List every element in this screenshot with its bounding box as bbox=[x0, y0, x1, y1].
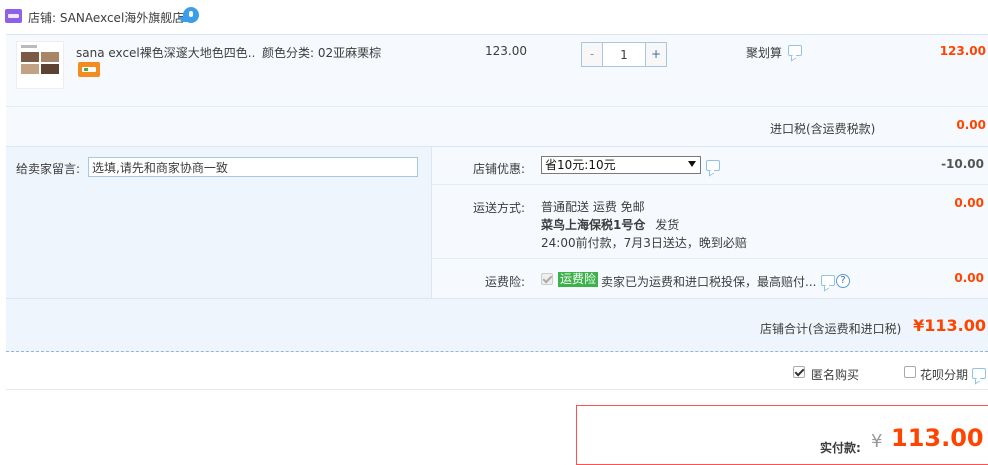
shipping-warehouse: 菜鸟上海保税1号仓 bbox=[541, 218, 646, 232]
insurance-value: 0.00 bbox=[954, 271, 984, 285]
payment-amount: 113.00 bbox=[891, 424, 984, 452]
quantity-stepper: - + bbox=[581, 42, 667, 67]
huabei-checkbox[interactable] bbox=[904, 366, 916, 378]
shipping-label: 运送方式: bbox=[472, 201, 525, 215]
insurance-label: 运费险: bbox=[484, 275, 525, 289]
message-input[interactable] bbox=[88, 157, 418, 177]
item-total: 123.00 bbox=[939, 44, 986, 58]
subtotal-label: 店铺合计(含运费和进口税) bbox=[760, 322, 902, 336]
anonymous-label[interactable]: 匿名购买 bbox=[811, 366, 859, 383]
unit-price: 123.00 bbox=[485, 44, 527, 58]
coupon-info-icon[interactable] bbox=[706, 160, 720, 171]
tax-label: 进口税(含运费税款) bbox=[770, 122, 876, 136]
quantity-increase-button[interactable]: + bbox=[645, 43, 666, 66]
divider bbox=[431, 258, 988, 259]
message-label: 给卖家留言: bbox=[16, 162, 81, 176]
coupon-value: -10.00 bbox=[941, 157, 984, 171]
item-title[interactable]: sana excel裸色深邃大地色四色... bbox=[76, 44, 254, 61]
shop-icon bbox=[5, 9, 22, 23]
promotion-info-icon[interactable] bbox=[788, 45, 802, 56]
insurance-text: 卖家已为运费和进口税投保，最高赔付... bbox=[601, 275, 817, 289]
shop-name-text[interactable]: SANAexcel海外旗舰店 bbox=[60, 11, 184, 25]
coupon-label: 店铺优惠: bbox=[472, 162, 525, 176]
shipping-value: 0.00 bbox=[954, 196, 984, 210]
sku-value: 02亚麻栗棕 bbox=[317, 46, 382, 60]
wangwang-chat-icon[interactable] bbox=[183, 7, 199, 23]
help-icon[interactable]: ? bbox=[836, 274, 850, 288]
credit-card-icon bbox=[78, 62, 100, 77]
insurance-tag: 运费险 bbox=[558, 272, 599, 287]
shop-label: 店铺: bbox=[28, 11, 57, 25]
payment-currency: ¥ bbox=[871, 431, 883, 452]
shipping-method: 普通配送 运费 免邮 bbox=[541, 200, 645, 214]
payment-label: 实付款: bbox=[820, 441, 861, 455]
dropdown-arrow-icon bbox=[688, 161, 696, 167]
shipping-eta: 24:00前付款，7月3日送达，晚到必赔 bbox=[541, 236, 747, 250]
shipping-ship-word: 发货 bbox=[655, 218, 680, 232]
huabei-info-icon[interactable] bbox=[972, 368, 986, 379]
subtotal-value: ¥113.00 bbox=[913, 316, 986, 335]
promotion-label: 聚划算 bbox=[746, 46, 783, 60]
shipping-warehouse-line: 菜鸟上海保税1号仓 发货 bbox=[541, 216, 679, 233]
anonymous-checkbox[interactable] bbox=[793, 366, 805, 378]
insurance-checkbox[interactable] bbox=[541, 273, 553, 285]
product-thumbnail[interactable] bbox=[16, 41, 64, 89]
sku-label: 颜色分类: bbox=[262, 46, 315, 60]
huabei-label[interactable]: 花呗分期 bbox=[920, 366, 968, 383]
coupon-select[interactable]: 省10元:10元 bbox=[541, 156, 701, 174]
coupon-selected-value: 省10元:10元 bbox=[545, 158, 616, 172]
divider bbox=[431, 184, 988, 185]
item-sku: 颜色分类: 02亚麻栗棕 bbox=[262, 44, 381, 61]
insurance-info-icon[interactable] bbox=[821, 275, 835, 286]
quantity-decrease-button[interactable]: - bbox=[582, 43, 603, 66]
quantity-input[interactable] bbox=[603, 43, 645, 66]
tax-value: 0.00 bbox=[956, 118, 986, 132]
shop-name[interactable]: 店铺: SANAexcel海外旗舰店 bbox=[28, 9, 184, 26]
